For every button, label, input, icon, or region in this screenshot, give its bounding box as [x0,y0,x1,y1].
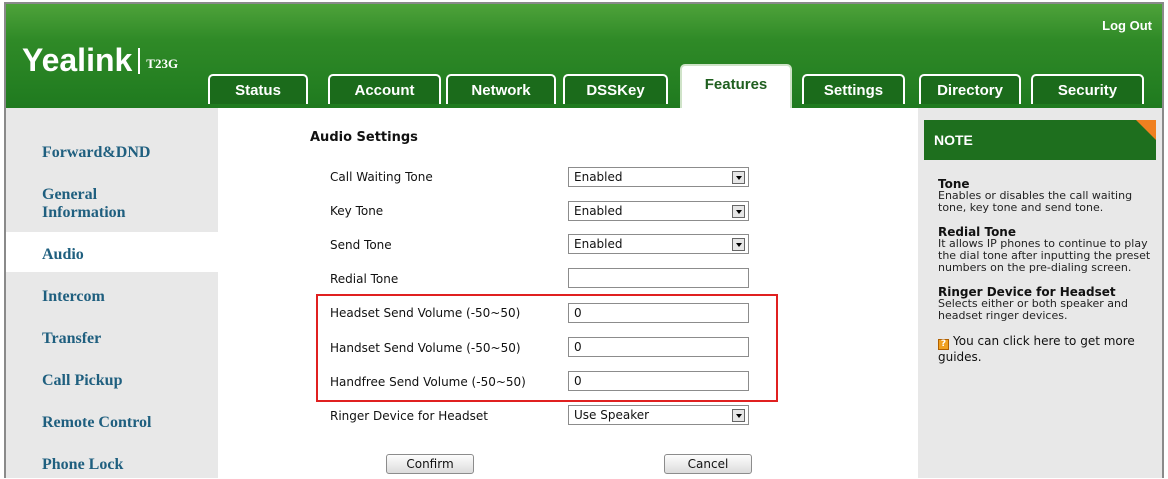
headset-send-volume-input[interactable]: 0 [568,303,749,323]
redial-tone-input[interactable] [568,268,749,288]
web-ui-frame: Log Out Yealink T23G Status Account Netw… [4,2,1164,478]
key-tone-select[interactable]: Enabled [568,201,749,221]
sidebar-item-transfer[interactable]: Transfer [42,330,101,348]
logo-separator [138,47,141,74]
sidebar-item-intercom[interactable]: Intercom [42,288,105,306]
handfree-send-volume-label: Handfree Send Volume (-50~50) [330,375,526,389]
note-header: NOTE [924,120,1156,160]
handfree-send-volume-input[interactable]: 0 [568,371,749,391]
logo-model: T23G [146,55,179,71]
send-tone-label: Send Tone [330,238,392,252]
tab-directory[interactable]: Directory [919,74,1021,104]
call-waiting-tone-value: Enabled [574,170,623,184]
confirm-button[interactable]: Confirm [386,454,474,474]
sidebar-item-forward-dnd[interactable]: Forward&DND [42,144,150,162]
send-tone-value: Enabled [574,237,623,251]
redial-tone-label: Redial Tone [330,272,399,286]
sidebar-item-audio[interactable]: Audio [42,246,84,264]
call-waiting-tone-select[interactable]: Enabled [568,167,749,187]
yealink-logo: Yealink T23G [22,42,178,79]
tab-security[interactable]: Security [1031,74,1144,104]
note-redial-text: It allows IP phones to continue to play … [938,237,1151,274]
ringer-device-headset-label: Ringer Device for Headset [330,409,488,423]
chevron-down-icon[interactable] [732,171,745,184]
key-tone-value: Enabled [574,204,623,218]
handset-send-volume-label: Handset Send Volume (-50~50) [330,341,521,355]
section-title: Audio Settings [310,130,418,145]
sidebar-item-general-information[interactable]: General Information [42,186,162,222]
note-panel: NOTE Tone Enables or disables the call w… [918,108,1162,478]
cancel-button[interactable]: Cancel [664,454,752,474]
call-waiting-tone-label: Call Waiting Tone [330,170,433,184]
handset-send-volume-input[interactable]: 0 [568,337,749,357]
ringer-device-headset-select[interactable]: Use Speaker [568,405,749,425]
note-body: Tone Enables or disables the call waitin… [938,178,1156,364]
key-tone-label: Key Tone [330,204,384,218]
sidebar-active-highlight [6,232,218,272]
note-corner-flag [1136,120,1156,140]
note-ringer-text: Selects either or both speaker and heads… [938,297,1128,322]
tab-settings[interactable]: Settings [802,74,905,104]
header-bar: Log Out Yealink T23G Status Account Netw… [6,4,1162,108]
help-icon: ? [938,339,949,350]
audio-settings-panel: Audio Settings Call Waiting Tone Enabled… [218,108,918,478]
chevron-down-icon[interactable] [732,238,745,251]
sidebar-item-call-pickup[interactable]: Call Pickup [42,372,122,390]
tab-account[interactable]: Account [328,74,441,104]
tab-dsskey[interactable]: DSSKey [563,74,668,104]
chevron-down-icon[interactable] [732,409,745,422]
sidebar-item-remote-control[interactable]: Remote Control [42,414,151,432]
send-tone-select[interactable]: Enabled [568,234,749,254]
ringer-device-headset-value: Use Speaker [574,408,650,422]
guide-link[interactable]: ? You can click here to get more guides. [938,334,1156,364]
headset-send-volume-label: Headset Send Volume (-50~50) [330,306,521,320]
tab-status[interactable]: Status [208,74,308,104]
tab-features[interactable]: Features [680,64,792,108]
note-title: NOTE [934,132,973,148]
chevron-down-icon[interactable] [732,205,745,218]
note-tone-text: Enables or disables the call waiting ton… [938,189,1133,214]
logo-brand: Yealink [22,42,133,78]
sidebar: Forward&DND General Information Audio In… [6,108,218,478]
guide-text: You can click here to get more guides. [938,334,1135,364]
tab-network[interactable]: Network [446,74,556,104]
sidebar-item-phone-lock[interactable]: Phone Lock [42,456,123,474]
logout-link[interactable]: Log Out [1102,18,1152,33]
